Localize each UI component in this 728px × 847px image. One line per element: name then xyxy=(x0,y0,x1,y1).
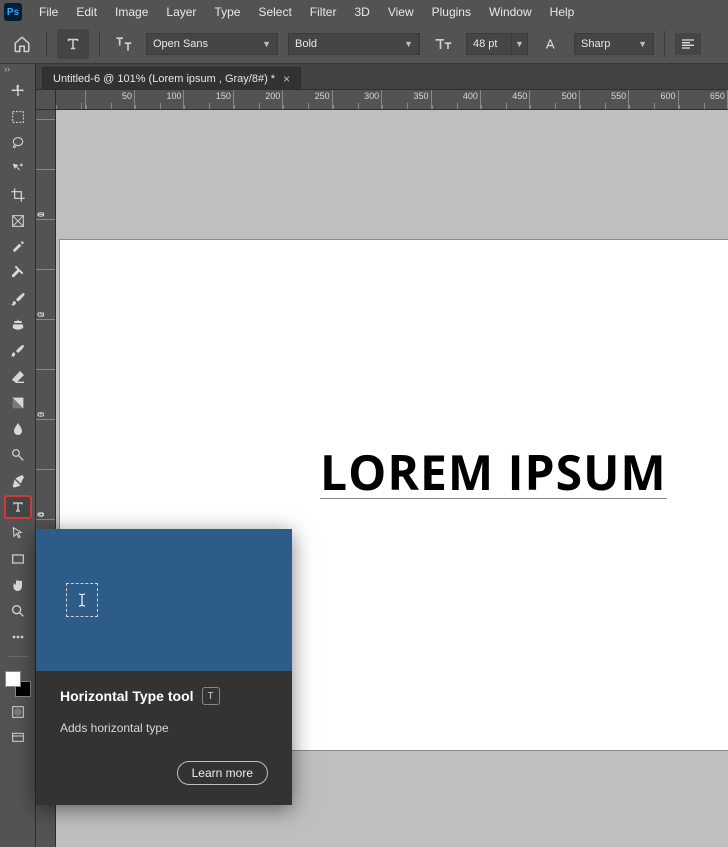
menu-3d[interactable]: 3D xyxy=(345,2,378,22)
antialias-value: Sharp xyxy=(581,38,610,50)
chevron-down-icon: ▼ xyxy=(262,39,271,49)
move-tool[interactable] xyxy=(5,80,31,102)
lasso-tool[interactable] xyxy=(5,132,31,154)
brush-tool[interactable] xyxy=(5,288,31,310)
divider xyxy=(664,31,665,57)
text-align-left-button[interactable] xyxy=(675,33,701,55)
blur-tool[interactable] xyxy=(5,418,31,440)
antialias-icon xyxy=(538,31,564,57)
quick-mask-toggle[interactable] xyxy=(5,701,31,723)
options-bar: Open Sans ▼ Bold ▼ 48 pt ▼ Sharp ▼ xyxy=(0,24,728,64)
chevron-down-icon: ▼ xyxy=(404,39,413,49)
close-tab-icon[interactable]: × xyxy=(283,72,290,86)
foreground-color-swatch[interactable] xyxy=(5,671,21,687)
menu-type[interactable]: Type xyxy=(205,2,249,22)
tooltip-preview xyxy=(36,529,292,671)
tools-panel xyxy=(0,64,36,847)
pen-tool[interactable] xyxy=(5,470,31,492)
horizontal-ruler[interactable]: 50100150200250300350400450500550600650 xyxy=(56,90,728,110)
font-size-icon xyxy=(430,31,456,57)
font-size-value[interactable]: 48 pt xyxy=(466,33,512,55)
document-tab[interactable]: Untitled-6 @ 101% (Lorem ipsum , Gray/8#… xyxy=(42,67,301,89)
font-family-select[interactable]: Open Sans ▼ xyxy=(146,33,278,55)
document-tab-title: Untitled-6 @ 101% (Lorem ipsum , Gray/8#… xyxy=(53,73,275,85)
menu-filter[interactable]: Filter xyxy=(301,2,346,22)
eyedropper-tool[interactable] xyxy=(5,236,31,258)
document-tab-bar: Untitled-6 @ 101% (Lorem ipsum , Gray/8#… xyxy=(36,64,728,90)
text-orientation-toggle[interactable] xyxy=(110,31,136,57)
frame-tool[interactable] xyxy=(5,210,31,232)
crop-tool[interactable] xyxy=(5,184,31,206)
text-layer[interactable]: LOREM IPSUM xyxy=(320,440,667,505)
font-style-select[interactable]: Bold ▼ xyxy=(288,33,420,55)
tool-tooltip: Horizontal Type tool T Adds horizontal t… xyxy=(36,529,292,805)
path-selection-tool[interactable] xyxy=(5,522,31,544)
spot-healing-tool[interactable] xyxy=(5,262,31,284)
gradient-tool[interactable] xyxy=(5,392,31,414)
tooltip-description: Adds horizontal type xyxy=(60,721,268,735)
divider xyxy=(99,31,100,57)
zoom-tool[interactable] xyxy=(5,600,31,622)
menu-edit[interactable]: Edit xyxy=(67,2,106,22)
home-button[interactable] xyxy=(8,30,36,58)
rectangle-tool[interactable] xyxy=(5,548,31,570)
menu-window[interactable]: Window xyxy=(480,2,541,22)
learn-more-button[interactable]: Learn more xyxy=(177,761,268,785)
font-style-value: Bold xyxy=(295,38,317,50)
dodge-tool[interactable] xyxy=(5,444,31,466)
quick-selection-tool[interactable] xyxy=(5,158,31,180)
marquee-tool[interactable] xyxy=(5,106,31,128)
font-family-value: Open Sans xyxy=(153,38,208,50)
active-tool-indicator[interactable] xyxy=(57,29,89,59)
color-swatches[interactable] xyxy=(5,671,31,697)
antialias-select[interactable]: Sharp ▼ xyxy=(574,33,654,55)
menu-file[interactable]: File xyxy=(30,2,67,22)
font-size-select[interactable]: 48 pt ▼ xyxy=(466,33,528,55)
edit-toolbar[interactable] xyxy=(5,626,31,648)
screen-mode-toggle[interactable] xyxy=(5,727,31,749)
history-brush-tool[interactable] xyxy=(5,340,31,362)
separator xyxy=(7,656,29,657)
chevron-down-icon: ▼ xyxy=(638,39,647,49)
menu-layer[interactable]: Layer xyxy=(157,2,205,22)
ruler-origin[interactable] xyxy=(36,90,56,110)
tooltip-shortcut-key: T xyxy=(202,687,220,705)
menu-image[interactable]: Image xyxy=(106,2,157,22)
tooltip-title: Horizontal Type tool xyxy=(60,688,194,704)
chevron-down-icon[interactable]: ▼ xyxy=(512,33,528,55)
menu-plugins[interactable]: Plugins xyxy=(423,2,480,22)
menu-help[interactable]: Help xyxy=(541,2,584,22)
app-logo[interactable]: Ps xyxy=(4,3,22,21)
menu-view[interactable]: View xyxy=(379,2,423,22)
eraser-tool[interactable] xyxy=(5,366,31,388)
menu-bar: Ps File Edit Image Layer Type Select Fil… xyxy=(0,0,728,24)
type-cursor-icon xyxy=(66,583,98,617)
type-tool[interactable] xyxy=(5,496,31,518)
divider xyxy=(46,31,47,57)
menu-select[interactable]: Select xyxy=(249,2,300,22)
clone-stamp-tool[interactable] xyxy=(5,314,31,336)
hand-tool[interactable] xyxy=(5,574,31,596)
collapse-toolbar-icon[interactable]: ›› xyxy=(4,64,10,74)
